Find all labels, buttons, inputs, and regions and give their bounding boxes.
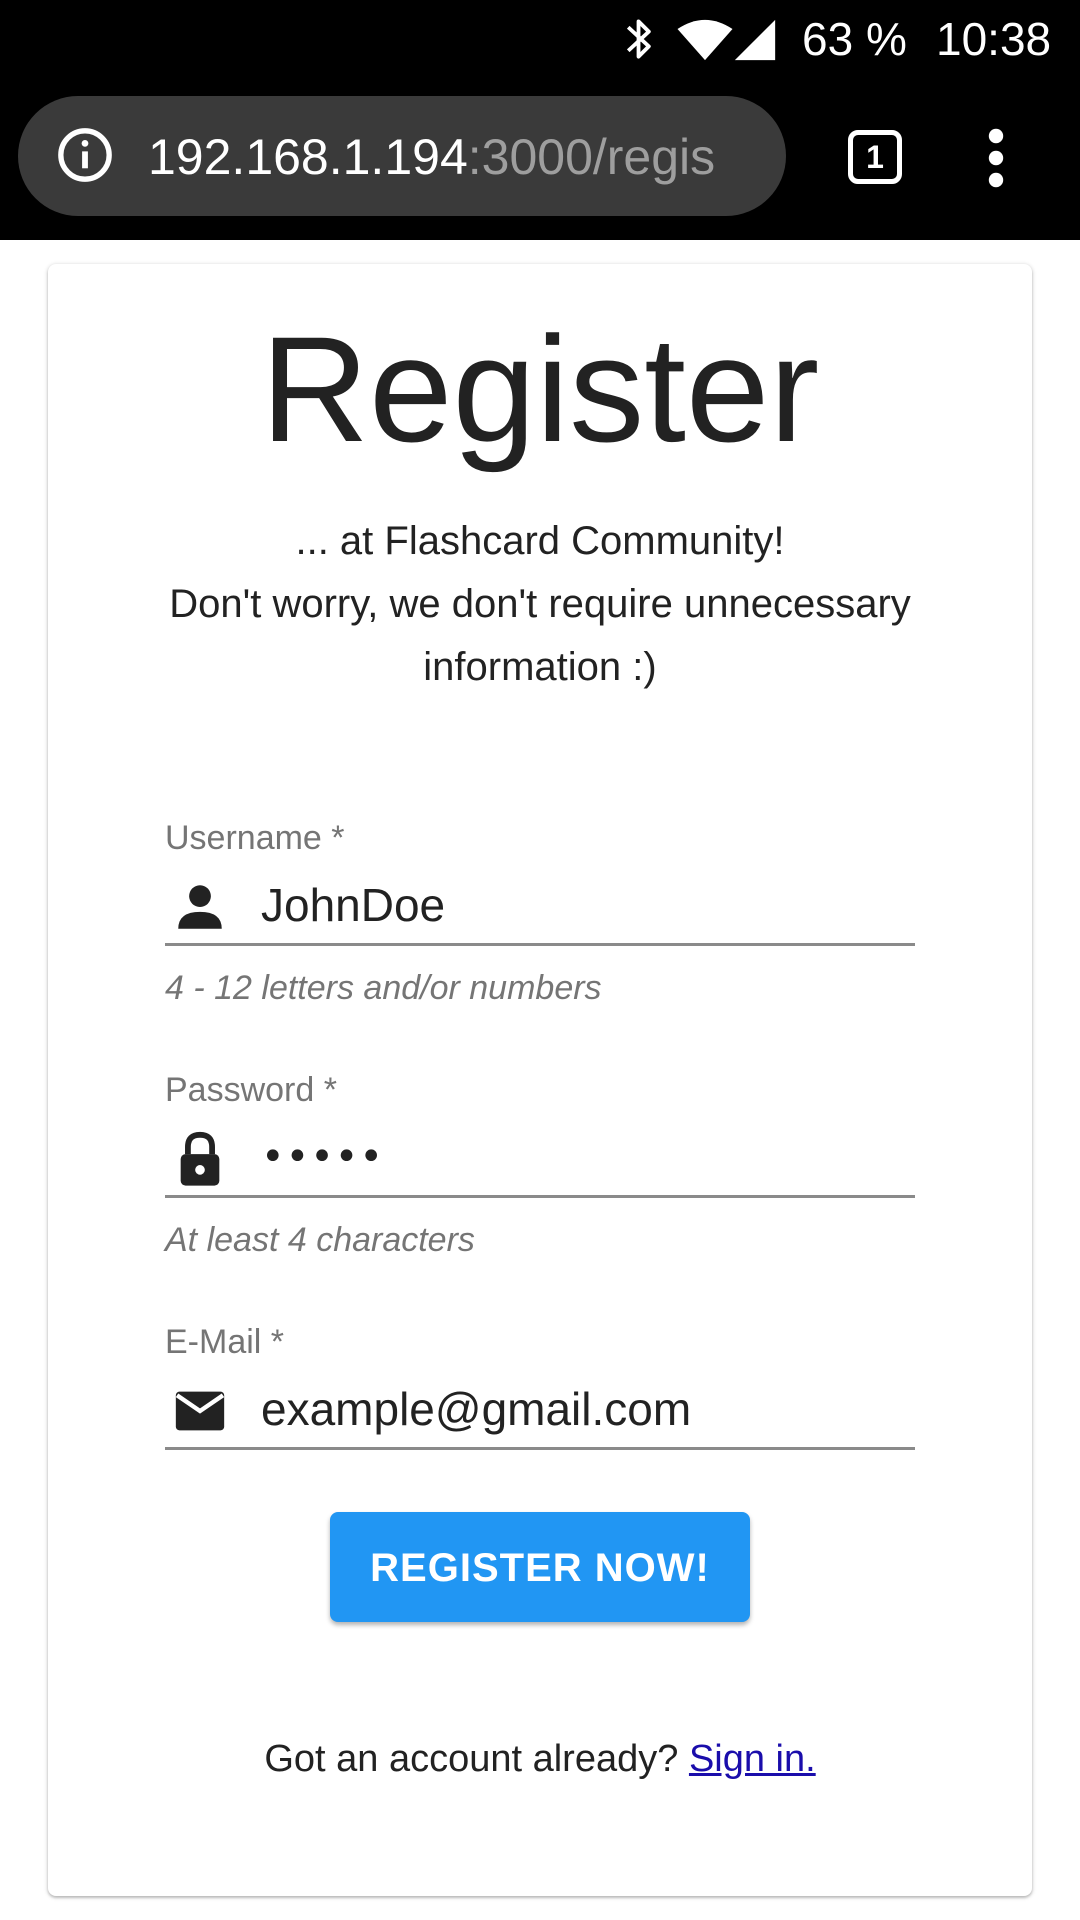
register-card: Register ... at Flashcard Community! Don… [48, 264, 1032, 1896]
url-text[interactable]: 192.168.1.194:3000/regis [148, 124, 778, 190]
lock-icon [180, 1131, 220, 1186]
password-input[interactable] [261, 1124, 901, 1190]
password-label: Password * [165, 1071, 337, 1109]
email-input[interactable] [261, 1376, 901, 1442]
url-bar[interactable]: 192.168.1.194:3000/regis [18, 96, 786, 216]
email-icon [175, 1391, 225, 1431]
url-host: 192.168.1.194 [148, 129, 468, 185]
wifi-icon [677, 19, 733, 61]
register-button[interactable]: REGISTER NOW! [330, 1512, 750, 1622]
username-label: Username * [165, 819, 345, 857]
signin-prompt: Got an account already? Sign in. [48, 1734, 1032, 1784]
page-subtitle: ... at Flashcard Community! Don't worry,… [108, 510, 972, 699]
battery-percentage: 63 % [802, 13, 907, 65]
username-helper: 4 - 12 letters and/or numbers [165, 969, 602, 1007]
username-row [165, 866, 915, 946]
clock: 10:38 [936, 13, 1052, 65]
password-helper: At least 4 characters [165, 1221, 475, 1259]
page-title: Register [260, 305, 820, 473]
person-icon [178, 885, 222, 929]
email-row [165, 1370, 915, 1450]
status-bar: 63 % 10:38 [0, 0, 1080, 80]
tabs-icon[interactable]: 1 [848, 130, 902, 184]
signin-link[interactable]: Sign in. [689, 1738, 816, 1780]
overflow-menu-icon[interactable] [976, 128, 1016, 188]
url-path: :3000/regis [467, 129, 716, 185]
subtitle-line-1: ... at Flashcard Community! [295, 519, 785, 563]
cell-signal-icon [734, 19, 776, 61]
subtitle-line-2: Don't worry, we don't require unnecessar… [169, 582, 911, 689]
browser-toolbar: 192.168.1.194:3000/regis 1 [0, 80, 1080, 240]
email-label: E-Mail * [165, 1323, 285, 1361]
tab-count: 1 [866, 139, 884, 175]
password-row [165, 1118, 915, 1198]
username-input[interactable] [261, 872, 901, 938]
signin-prompt-text: Got an account already? [264, 1738, 679, 1780]
info-icon[interactable] [56, 126, 114, 184]
bluetooth-icon [626, 19, 651, 59]
